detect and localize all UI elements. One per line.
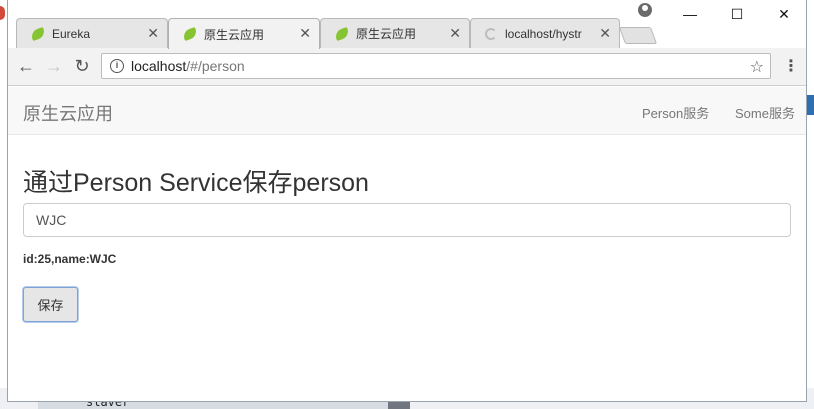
- nav-link-person-service[interactable]: Person服务: [642, 103, 709, 122]
- minimize-icon[interactable]: —: [680, 6, 700, 22]
- app-navbar: 原生云应用 Person服务 Some服务: [8, 87, 806, 135]
- bookmark-star-icon[interactable]: ☆: [750, 57, 764, 77]
- back-arrow-icon[interactable]: ←: [15, 56, 37, 76]
- browser-toolbar: ← → ↻ i localhost/#/person ☆ ⋮: [8, 48, 806, 86]
- spring-leaf-icon: [29, 26, 47, 41]
- tab-title: localhost/hystr: [505, 26, 582, 41]
- loading-spinner-icon: [485, 27, 497, 40]
- address-bar[interactable]: i localhost/#/person ☆: [101, 53, 771, 79]
- desktop-window-edge: [806, 95, 814, 115]
- close-window-icon[interactable]: ✕: [774, 6, 794, 23]
- url-text: localhost/#/person: [131, 58, 245, 74]
- tab-hystrix[interactable]: localhost/hystr ✕: [470, 18, 620, 48]
- tab-title: 原生云应用: [356, 27, 417, 41]
- tab-strip: Eureka ✕ 原生云应用 ✕ 原生云应用 ✕ localhost/hystr…: [8, 0, 806, 49]
- close-tab-icon[interactable]: ✕: [147, 26, 159, 40]
- person-name-input[interactable]: [23, 203, 791, 237]
- desktop-app-edge: [0, 6, 5, 20]
- tab-title: Eureka: [52, 26, 91, 41]
- close-tab-icon[interactable]: ✕: [299, 26, 311, 40]
- reload-icon[interactable]: ↻: [71, 56, 93, 76]
- save-button[interactable]: 保存: [23, 287, 78, 322]
- tab-app-2[interactable]: 原生云应用 ✕: [320, 18, 470, 48]
- profile-icon[interactable]: [638, 3, 652, 17]
- spring-leaf-icon: [181, 26, 199, 42]
- close-tab-icon[interactable]: ✕: [599, 26, 611, 40]
- browser-window: Eureka ✕ 原生云应用 ✕ 原生云应用 ✕ localhost/hystr…: [7, 0, 807, 402]
- tab-title: 原生云应用: [204, 27, 265, 42]
- info-icon[interactable]: i: [110, 59, 124, 73]
- new-tab-button[interactable]: [618, 27, 658, 44]
- spring-leaf-icon: [333, 26, 351, 41]
- page-title: 通过Person Service保存person: [23, 169, 369, 197]
- browser-menu-icon[interactable]: ⋮: [783, 56, 799, 76]
- app-brand[interactable]: 原生云应用: [23, 100, 113, 126]
- nav-link-some-service[interactable]: Some服务: [735, 103, 795, 122]
- tab-active-app[interactable]: 原生云应用 ✕: [168, 18, 320, 49]
- save-result-text: id:25,name:WJC: [23, 252, 117, 266]
- forward-arrow-icon[interactable]: →: [43, 56, 65, 76]
- tab-eureka[interactable]: Eureka ✕: [16, 18, 168, 48]
- maximize-icon[interactable]: ☐: [727, 6, 747, 23]
- close-tab-icon[interactable]: ✕: [449, 26, 461, 40]
